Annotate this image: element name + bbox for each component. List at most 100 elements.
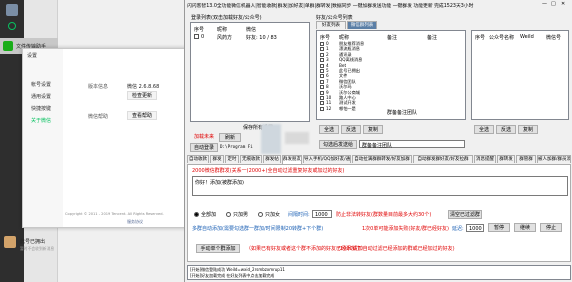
tab-10[interactable]: 群转发: [497, 155, 515, 163]
friend-row[interactable]: 2: [320, 52, 329, 57]
invert-right[interactable]: 反选: [496, 125, 516, 134]
friend-row-index: 1: [326, 46, 329, 52]
invert-left[interactable]: 反选: [341, 125, 361, 134]
menu-general[interactable]: 通用设置: [31, 93, 51, 100]
close-icon[interactable]: ✕: [561, 1, 566, 7]
tab-5[interactable]: 群发朋友: [282, 155, 302, 164]
pause-button[interactable]: 暂停: [488, 223, 510, 232]
friend-row-checkbox[interactable]: [320, 106, 324, 111]
friend-row-index: 8: [326, 84, 329, 90]
friend-row[interactable]: 6: [320, 73, 329, 79]
friend-row-checkbox[interactable]: [320, 58, 324, 63]
friend-row-checkbox[interactable]: [320, 47, 324, 52]
tab-6[interactable]: 导入手机/QQ加好友/通讯录: [303, 155, 351, 163]
agreement-link[interactable]: 服务协议: [127, 219, 143, 225]
tab-7[interactable]: 自动拉满群群转发/好友加群: [352, 155, 412, 163]
friend-row[interactable]: 9: [320, 90, 329, 95]
clear-filter-button[interactable]: 清空已过滤群: [448, 210, 482, 219]
friend-row-checkbox[interactable]: [320, 101, 324, 106]
file-helper-icon: [3, 41, 13, 51]
fcol-remark2: 备注: [427, 35, 438, 41]
friend-row-checkbox[interactable]: [320, 52, 324, 57]
maximize-icon[interactable]: □: [551, 1, 556, 7]
friend-row[interactable]: 11: [320, 100, 331, 106]
copy-left[interactable]: 复制: [363, 125, 383, 134]
radio-male-icon[interactable]: [226, 212, 231, 217]
radio-all-icon[interactable]: [194, 212, 199, 217]
tab-2[interactable]: 定时: [225, 155, 239, 163]
friend-row[interactable]: 10: [320, 95, 331, 100]
row-wechat[interactable]: 好友: 10 / 83: [246, 34, 277, 41]
contact-avatar: [4, 236, 16, 248]
friend-row-checkbox[interactable]: [320, 69, 324, 73]
minimize-icon[interactable]: —: [542, 1, 547, 7]
refresh-button[interactable]: 刷新: [219, 133, 241, 142]
friend-row-checkbox[interactable]: [320, 85, 324, 90]
manual-add-button[interactable]: 手动单个群添加: [196, 244, 240, 253]
friend-row-checkbox[interactable]: [320, 63, 324, 68]
select-all-left[interactable]: 全选: [319, 125, 339, 134]
friend-row-checkbox[interactable]: [320, 42, 324, 46]
friend-row[interactable]: 3: [320, 57, 329, 63]
login-list[interactable]: 序号 昵称 微信 0 风药方 好友: 10 / 83: [190, 22, 310, 122]
tab-friend-list[interactable]: 好友列表: [316, 21, 346, 29]
tab-group-list[interactable]: 微信群列表: [347, 21, 377, 29]
interval-input[interactable]: 1000: [312, 210, 332, 218]
friend-table[interactable]: 序号 昵称 备注 备注 0 朋友推荐消息 1 漂流瓶消息 2 通讯录 3 QQ离线消息 4 Bet…: [316, 30, 466, 120]
tab-4[interactable]: 群发帖: [263, 155, 281, 163]
count-value: 1000: [469, 226, 482, 232]
autologin-button[interactable]: 自动登录: [190, 143, 218, 152]
avatar[interactable]: [6, 4, 18, 16]
friend-row[interactable]: 0: [320, 41, 329, 46]
menu-account[interactable]: 帐号设置: [31, 81, 51, 88]
copy-right[interactable]: 复制: [518, 125, 538, 134]
radio-male[interactable]: 只加男: [226, 211, 248, 218]
send-to-checked-button[interactable]: 勾选后发送给: [319, 140, 357, 149]
friend-row[interactable]: 8: [320, 84, 329, 90]
friend-row-nickname[interactable]: 哪怕一是: [339, 106, 356, 112]
tab-9[interactable]: 消息提醒: [474, 155, 496, 163]
greeting-input[interactable]: 你好！添加(被群添加): [192, 176, 568, 196]
chat-icon[interactable]: [8, 22, 16, 30]
tab-12[interactable]: 被人加群/群员添加: [537, 155, 571, 163]
friend-row-nickname[interactable]: Bet: [339, 63, 346, 68]
friend-row-checkbox[interactable]: [320, 79, 324, 84]
radio-female[interactable]: 只加女: [258, 211, 280, 218]
friend-row-index: 9: [326, 89, 329, 95]
settings-title: 设置: [27, 53, 38, 59]
friend-row-checkbox[interactable]: [320, 96, 324, 100]
help-label: 微信帮助: [88, 114, 109, 120]
menu-about[interactable]: 关于微信: [31, 117, 51, 124]
radio-all[interactable]: 全部加: [194, 211, 216, 218]
friend-row[interactable]: 7: [320, 79, 329, 84]
friend-row-checkbox[interactable]: [320, 74, 324, 79]
friend-row[interactable]: 4: [320, 63, 329, 68]
fcol-remark: 备注: [387, 35, 398, 41]
radio-female-icon[interactable]: [258, 212, 263, 217]
menu-shortcuts[interactable]: 快捷按键: [31, 105, 51, 112]
ocol-wechat: 微信号: [546, 35, 562, 41]
count-input[interactable]: 1000: [466, 224, 484, 232]
continue-button[interactable]: 继续: [514, 223, 536, 232]
chat-last-name[interactable]: 此号已拥出: [20, 238, 60, 245]
tab-8[interactable]: 自动群发群好友/好友拉群: [413, 155, 473, 163]
tab-0[interactable]: 自动收款: [187, 155, 209, 163]
check-update-button[interactable]: 检查更新: [127, 91, 157, 100]
official-table[interactable]: 序号 公众号名称 WeiId 微信号: [471, 30, 569, 120]
load-button[interactable]: 加载未来: [190, 133, 218, 142]
friend-row[interactable]: 5: [320, 68, 329, 73]
row-index[interactable]: 0: [194, 34, 204, 40]
friend-row[interactable]: 1: [320, 46, 329, 52]
tab-1[interactable]: 群发: [210, 155, 224, 163]
send-target-input[interactable]: 群备备注团队: [359, 140, 465, 149]
select-all-right[interactable]: 全选: [474, 125, 494, 134]
friend-row-checkbox[interactable]: [320, 90, 324, 95]
tab-11[interactable]: 群管群: [516, 155, 536, 163]
blurred-qr: [261, 124, 281, 154]
stop-button[interactable]: 停止: [540, 223, 562, 232]
friend-row[interactable]: 12: [320, 106, 331, 111]
row-nickname[interactable]: 风药方: [217, 34, 232, 41]
mass-send-panel: 2000微信群群发(关系一(2000+)全自动过滤重复好友或加过的好友) 你好！…: [187, 164, 571, 262]
help-button[interactable]: 查看帮助: [127, 111, 157, 120]
tab-3[interactable]: 无痕收款: [240, 155, 262, 163]
